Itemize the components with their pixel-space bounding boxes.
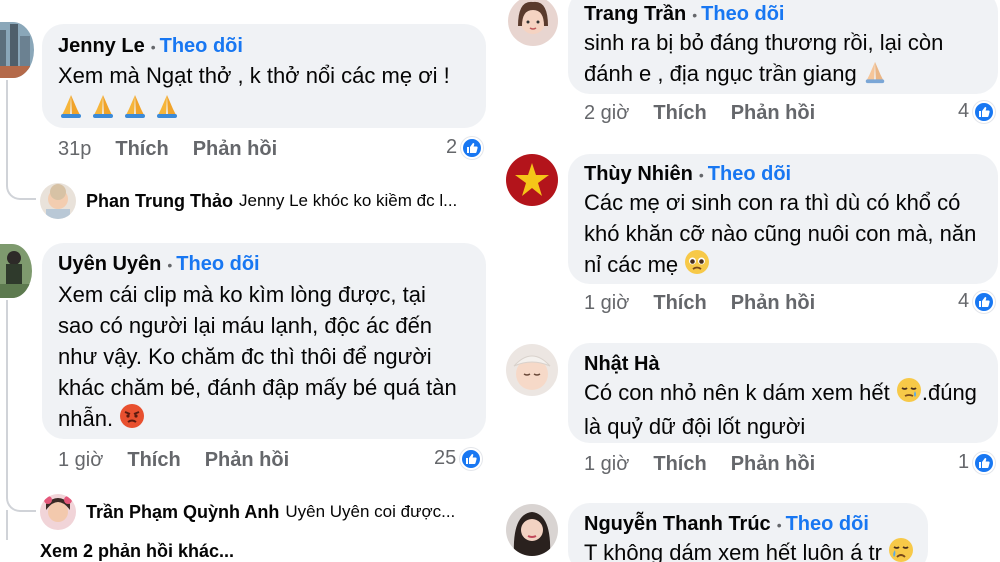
- comment-time[interactable]: 31p: [58, 138, 91, 160]
- avatar-trang-tran[interactable]: [508, 0, 558, 46]
- folded-hands-emoji: [863, 60, 887, 92]
- comment-author[interactable]: Nhật Hà: [584, 353, 660, 375]
- crying-face-emoji: [888, 537, 914, 562]
- reaction-count[interactable]: 4: [958, 100, 996, 123]
- left-comment-column: Jenny Le • Theo dõi Xem mà Ngạt thở , k th…: [0, 0, 500, 562]
- comment-text: Xem cái clip mà ko kìm lòng được, tại sa…: [58, 279, 457, 437]
- angry-face-emoji: [119, 403, 145, 437]
- avatar-uyen-uyen[interactable]: [0, 244, 32, 298]
- like-button[interactable]: Thích: [115, 138, 168, 160]
- comment-text: sinh ra bị bỏ đáng thương rồi, lại còn đ…: [584, 27, 943, 92]
- comment-header: Uyên Uyên • Theo dõi: [58, 253, 260, 275]
- comment-actions: 31p Thích Phản hồi: [58, 138, 301, 161]
- like-reaction-icon: [460, 447, 483, 470]
- thread-line: [6, 510, 8, 540]
- avatar-nhat-ha[interactable]: [506, 344, 558, 396]
- thread-branch: [6, 150, 36, 200]
- folded-hands-emoji: [58, 93, 84, 127]
- comment-author[interactable]: Uyên Uyên: [58, 253, 161, 275]
- like-reaction-icon: [461, 136, 484, 159]
- sleepy-face-emoji: [896, 377, 922, 411]
- reply-preview[interactable]: Trần Phạm Quỳnh Anh Uyên Uyên coi được..…: [40, 494, 455, 530]
- reply-snippet: Uyên Uyên coi được...: [285, 502, 456, 521]
- comment-header: Nhật Hà: [584, 353, 660, 376]
- comment-actions: 1 giờ Thích Phản hồi: [584, 453, 839, 476]
- comment-text: Các mẹ ơi sinh con ra thì dù có khổ có k…: [584, 187, 976, 283]
- follow-button[interactable]: Theo dõi: [786, 513, 869, 535]
- follow-button[interactable]: Theo dõi: [701, 3, 784, 25]
- folded-hands-emoji: [90, 93, 116, 127]
- comment-text: Xem mà Ngạt thở , k thở nổi các mẹ ơi !: [58, 60, 450, 127]
- avatar-jenny-le[interactable]: [0, 22, 34, 78]
- comment-time[interactable]: 1 giờ: [584, 292, 629, 314]
- like-button[interactable]: Thích: [653, 102, 706, 124]
- comment-text: T không dám xem hết luôn á tr: [584, 537, 914, 562]
- avatar-thuy-nhien[interactable]: [506, 154, 558, 206]
- like-button[interactable]: Thích: [653, 292, 706, 314]
- reply-button[interactable]: Phản hồi: [731, 453, 815, 475]
- reaction-count[interactable]: 2: [446, 136, 484, 159]
- avatar-tran-pham-quynh-anh: [40, 494, 76, 530]
- comment-time[interactable]: 1 giờ: [584, 453, 629, 475]
- comment-text: Có con nhỏ nên k dám xem hết .đúng là qu…: [584, 377, 977, 442]
- follow-button[interactable]: Theo dõi: [160, 35, 243, 57]
- comment-author[interactable]: Jenny Le: [58, 35, 145, 57]
- view-more-replies-link[interactable]: Xem 2 phản hồi khác...: [40, 541, 234, 562]
- comment-actions: 1 giờ Thích Phản hồi: [58, 449, 313, 472]
- comment-time[interactable]: 1 giờ: [58, 449, 103, 471]
- comment-actions: 2 giờ Thích Phản hồi: [584, 102, 839, 125]
- folded-hands-emoji: [122, 93, 148, 127]
- comment-author[interactable]: Trang Trần: [584, 3, 686, 25]
- reply-button[interactable]: Phản hồi: [731, 292, 815, 314]
- avatar-phan-trung-thao: [40, 183, 76, 219]
- comment-header: Nguyễn Thanh Trúc • Theo dõi: [584, 513, 869, 535]
- reaction-count[interactable]: 1: [958, 451, 996, 474]
- reply-preview[interactable]: Phan Trung Thảo Jenny Le khóc ko kiềm đc…: [40, 183, 457, 219]
- like-reaction-icon: [973, 100, 996, 123]
- follow-button[interactable]: Theo dõi: [176, 253, 259, 275]
- comment-author[interactable]: Thùy Nhiên: [584, 163, 693, 185]
- pleading-face-emoji: [684, 249, 710, 283]
- folded-hands-emoji: [154, 93, 180, 127]
- avatar-nguyen-thanh-truc[interactable]: [506, 504, 558, 556]
- thread-line: [6, 300, 8, 490]
- right-comment-column: Trang Trần • Theo dõi sinh ra bị bỏ đáng t…: [500, 0, 1000, 562]
- like-button[interactable]: Thích: [653, 453, 706, 475]
- thread-branch: [6, 470, 36, 512]
- comment-actions: 1 giờ Thích Phản hồi: [584, 292, 839, 315]
- comment-author[interactable]: Nguyễn Thanh Trúc: [584, 513, 771, 535]
- like-reaction-icon: [973, 290, 996, 313]
- reply-author[interactable]: Phan Trung Thảo: [86, 191, 233, 212]
- reaction-count[interactable]: 4: [958, 290, 996, 313]
- follow-button[interactable]: Theo dõi: [708, 163, 791, 185]
- comment-header: Jenny Le • Theo dõi: [58, 35, 243, 57]
- reaction-count[interactable]: 25: [434, 447, 483, 470]
- comment-header: Thùy Nhiên • Theo dõi: [584, 163, 792, 185]
- like-button[interactable]: Thích: [127, 449, 180, 471]
- reply-button[interactable]: Phản hồi: [193, 138, 277, 160]
- reply-snippet: Jenny Le khóc ko kiềm đc l...: [239, 191, 458, 210]
- emoji-row: [58, 93, 450, 127]
- comment-time[interactable]: 2 giờ: [584, 102, 629, 124]
- comment-header: Trang Trần • Theo dõi: [584, 3, 785, 25]
- reply-author[interactable]: Trần Phạm Quỳnh Anh: [86, 502, 279, 523]
- reply-button[interactable]: Phản hồi: [731, 102, 815, 124]
- like-reaction-icon: [973, 451, 996, 474]
- reply-button[interactable]: Phản hồi: [205, 449, 289, 471]
